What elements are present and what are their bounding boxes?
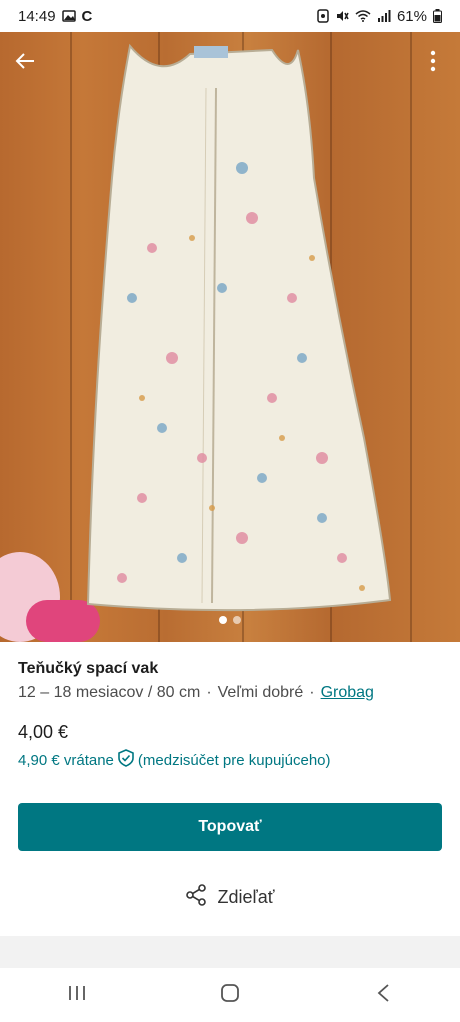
home-button[interactable] xyxy=(200,975,260,1015)
status-right: 61% xyxy=(317,8,442,25)
back-button[interactable] xyxy=(8,46,42,80)
meta-separator: · xyxy=(309,684,315,701)
item-details: Teňučký spací vak 12 – 18 mesiacov / 80 … xyxy=(18,642,442,771)
buyer-price-note: (medzisúčet pre kupujúceho) xyxy=(137,751,331,769)
bump-button[interactable]: Topovať xyxy=(18,803,442,851)
buyer-price-row[interactable]: 4,90 € vrátane (medzisúčet pre kupujúceh… xyxy=(18,749,442,771)
item-size: 12 – 18 mesiacov / 80 cm xyxy=(18,684,201,701)
more-options-button[interactable] xyxy=(416,46,450,80)
share-button[interactable]: Zdieľať xyxy=(0,884,460,911)
arrow-left-icon xyxy=(14,50,36,77)
sleeping-bag-image xyxy=(86,43,392,612)
recent-apps-icon xyxy=(67,984,87,1007)
battery-icon xyxy=(433,9,442,23)
share-icon xyxy=(185,884,207,911)
nfc-icon xyxy=(317,9,329,23)
c-app-icon: C xyxy=(81,7,93,25)
recent-apps-button[interactable] xyxy=(47,975,107,1015)
buyer-price: 4,90 € vrátane xyxy=(18,751,114,769)
signal-icon xyxy=(377,10,391,22)
shield-check-icon xyxy=(118,749,134,771)
section-divider xyxy=(0,936,460,968)
item-condition: Veľmi dobré xyxy=(217,684,304,701)
wifi-icon xyxy=(355,10,371,22)
status-left: 14:49 C xyxy=(18,8,92,25)
item-meta: 12 – 18 mesiacov / 80 cm · Veľmi dobré ·… xyxy=(18,684,442,702)
pagination-dot[interactable] xyxy=(233,616,241,624)
battery-percent: 61% xyxy=(396,7,427,25)
share-label: Zdieľať xyxy=(217,887,275,907)
photo-pagination xyxy=(219,616,241,624)
item-price: 4,00 € xyxy=(18,722,69,742)
more-vertical-icon xyxy=(430,50,436,77)
status-time: 14:49 xyxy=(18,7,56,25)
chevron-left-icon xyxy=(376,983,390,1008)
item-title: Teňučký spací vak xyxy=(18,660,159,677)
item-brand-link[interactable]: Grobag xyxy=(321,684,374,702)
mute-icon xyxy=(335,9,349,23)
item-photo[interactable] xyxy=(0,32,460,642)
back-nav-button[interactable] xyxy=(353,975,413,1015)
system-nav-bar xyxy=(0,968,460,1022)
pagination-dot[interactable] xyxy=(219,616,227,624)
status-bar: 14:49 C 61% xyxy=(0,0,460,32)
gallery-icon xyxy=(61,10,76,22)
meta-separator: · xyxy=(206,684,212,701)
home-icon xyxy=(220,983,240,1008)
